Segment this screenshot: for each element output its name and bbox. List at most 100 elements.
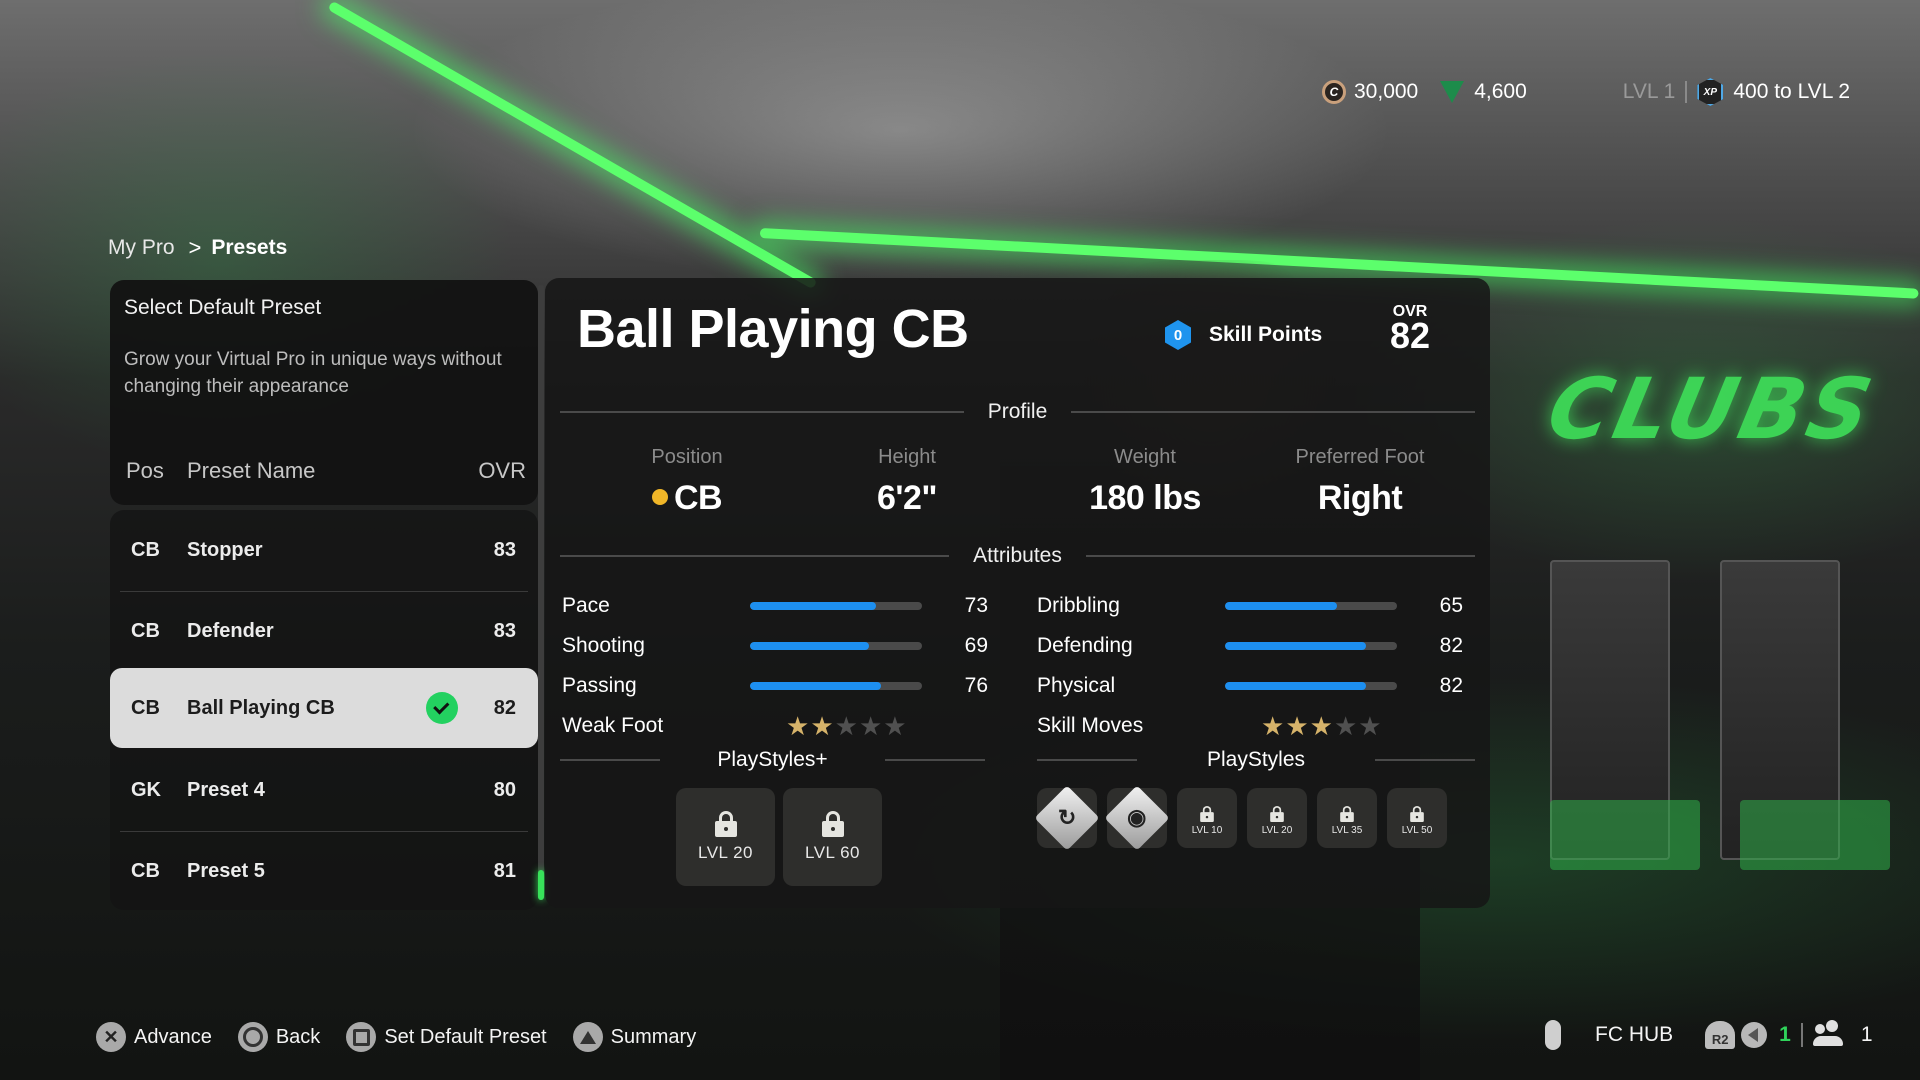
skill-points-label: Skill Points	[1209, 323, 1323, 346]
playstyle-plus-slot-locked[interactable]: LVL 60	[783, 788, 882, 886]
attribute-name: Shooting	[562, 634, 645, 657]
attribute-bar-fill	[1225, 682, 1367, 690]
preset-name: Ball Playing CB	[187, 696, 335, 719]
attribute-name: Passing	[562, 674, 637, 697]
divider	[1037, 759, 1137, 761]
attribute-row: Passing 76	[562, 666, 992, 706]
attribute-bar	[750, 642, 922, 650]
hub-status-bar: FC HUB R2 1 1	[1545, 1020, 1873, 1050]
preset-detail-panel: Ball Playing CB 0 Skill Points OVR 82 Pr…	[545, 278, 1490, 908]
preset-name: Defender	[187, 619, 274, 642]
attribute-value: 65	[1439, 594, 1463, 617]
skill-moves-label: Skill Moves	[1037, 714, 1144, 737]
preset-info-card: Select Default Preset Grow your Virtual …	[110, 280, 538, 505]
playstyle-plus-slot-locked[interactable]: LVL 20	[676, 788, 775, 886]
back-hint[interactable]: Back	[237, 1022, 320, 1052]
fc-points-icon	[1440, 81, 1465, 103]
playstyle-anticipate[interactable]: ◉	[1104, 785, 1170, 851]
unlock-level: LVL 60	[805, 843, 860, 862]
advance-hint[interactable]: ✕ Advance	[96, 1022, 212, 1052]
preset-row[interactable]: CB Preset 5 81	[110, 831, 538, 911]
preset-row[interactable]: CB Defender 83	[110, 591, 538, 671]
attribute-value: 76	[964, 674, 988, 697]
divider	[1375, 759, 1475, 761]
xp-to-next-level: 400 to LVL 2	[1733, 80, 1851, 103]
preset-pos: CB	[131, 619, 160, 642]
star-filled-icon: ★	[1309, 711, 1333, 741]
column-ovr: OVR	[478, 458, 526, 483]
star-empty-icon: ★	[834, 711, 858, 741]
playstyles-plus-label: PlayStyles+	[717, 748, 828, 771]
star-empty-icon: ★	[858, 711, 883, 741]
playstyle-slot-locked[interactable]: LVL 35	[1317, 788, 1377, 848]
set-default-hint[interactable]: Set Default Preset	[346, 1022, 547, 1052]
default-check-icon	[426, 692, 458, 724]
preset-pos: CB	[131, 859, 160, 882]
fc-hub-button[interactable]: FC HUB	[1595, 1023, 1673, 1047]
current-level: LVL 1	[1622, 80, 1676, 103]
preset-title: Ball Playing CB	[577, 299, 969, 359]
preset-row[interactable]: GK Preset 4 80	[110, 750, 538, 830]
playstyle-slot-locked[interactable]: LVL 20	[1247, 788, 1307, 848]
lock-icon	[1340, 805, 1354, 822]
profile-height: Height 6'2"	[847, 446, 967, 518]
profile-preferred-foot: Preferred Foot Right	[1275, 446, 1445, 518]
preset-pos: CB	[131, 696, 160, 719]
divider	[1071, 411, 1475, 413]
voice-chat-icon	[1741, 1022, 1768, 1048]
weight-value: 180 lbs	[1089, 479, 1201, 517]
preset-name: Preset 4	[187, 778, 265, 801]
divider	[560, 411, 964, 413]
attribute-bar-fill	[1225, 602, 1337, 610]
playstyle-intercept[interactable]: ↻	[1034, 785, 1100, 851]
preset-list-scrollbar[interactable]	[538, 285, 544, 900]
skill-moves-row: Skill Moves ★ ★ ★ ★ ★	[1037, 706, 1467, 746]
star-filled-icon: ★	[810, 711, 834, 741]
weight-label: Weight	[1114, 446, 1176, 468]
preset-row[interactable]: CB Stopper 83	[110, 510, 538, 590]
weak-foot-row: Weak Foot ★ ★ ★ ★ ★	[562, 706, 992, 746]
attribute-value: 69	[964, 634, 988, 657]
breadcrumb: My Pro > Presets	[108, 235, 287, 261]
attribute-name: Physical	[1037, 674, 1116, 697]
playstyle-slot-locked[interactable]: LVL 10	[1177, 788, 1237, 848]
divider	[1085, 555, 1475, 557]
attributes-right: Dribbling 65 Defending 82 Physical 82 Sk…	[1037, 586, 1467, 746]
currency-bar: C 30,000 4,600 LVL 1 XP 400 to LVL 2	[1322, 76, 1850, 108]
scrollbar-thumb[interactable]	[538, 870, 544, 900]
triangle-button-icon	[572, 1022, 603, 1052]
preset-row-selected[interactable]: CB Ball Playing CB 82	[110, 668, 538, 748]
foot-value: Right	[1317, 479, 1403, 517]
column-pos: Pos	[126, 458, 164, 483]
playstyle-slot-locked[interactable]: LVL 50	[1387, 788, 1447, 848]
attribute-bar-fill	[750, 642, 869, 650]
panel-title: Select Default Preset	[124, 296, 322, 319]
coins-value: 30,000	[1354, 80, 1419, 103]
set-default-label: Set Default Preset	[384, 1025, 547, 1048]
summary-hint[interactable]: Summary	[572, 1022, 697, 1052]
attribute-bar	[1225, 642, 1397, 650]
coins-balance: C 30,000	[1322, 80, 1418, 104]
preset-name: Preset 5	[187, 859, 265, 882]
summary-label: Summary	[610, 1025, 697, 1048]
profile-heading-label: Profile	[987, 400, 1048, 423]
playstyles-plus-heading: PlayStyles+	[560, 748, 985, 772]
preset-ovr: 82	[493, 696, 516, 719]
position-label: Position	[651, 446, 723, 468]
attribute-name: Defending	[1037, 634, 1133, 657]
panel-description: Grow your Virtual Pro in unique ways wit…	[124, 349, 502, 397]
attribute-name: Dribbling	[1037, 594, 1120, 617]
attribute-value: 82	[1439, 674, 1463, 697]
preset-ovr: 81	[493, 859, 516, 882]
breadcrumb-my-pro[interactable]: My Pro	[108, 236, 175, 260]
attribute-bar-fill	[750, 682, 881, 690]
voice-count: 1	[1779, 1023, 1791, 1046]
attribute-bar-fill	[1225, 642, 1367, 650]
star-empty-icon: ★	[1358, 711, 1382, 741]
touchpad-icon	[1545, 1020, 1561, 1050]
position-value-wrap: CB	[627, 479, 747, 518]
attribute-value: 73	[964, 594, 988, 617]
attribute-bar	[1225, 682, 1397, 690]
star-filled-icon: ★	[786, 711, 810, 741]
clubs-wall-logo: CLUBS	[1539, 360, 1884, 458]
